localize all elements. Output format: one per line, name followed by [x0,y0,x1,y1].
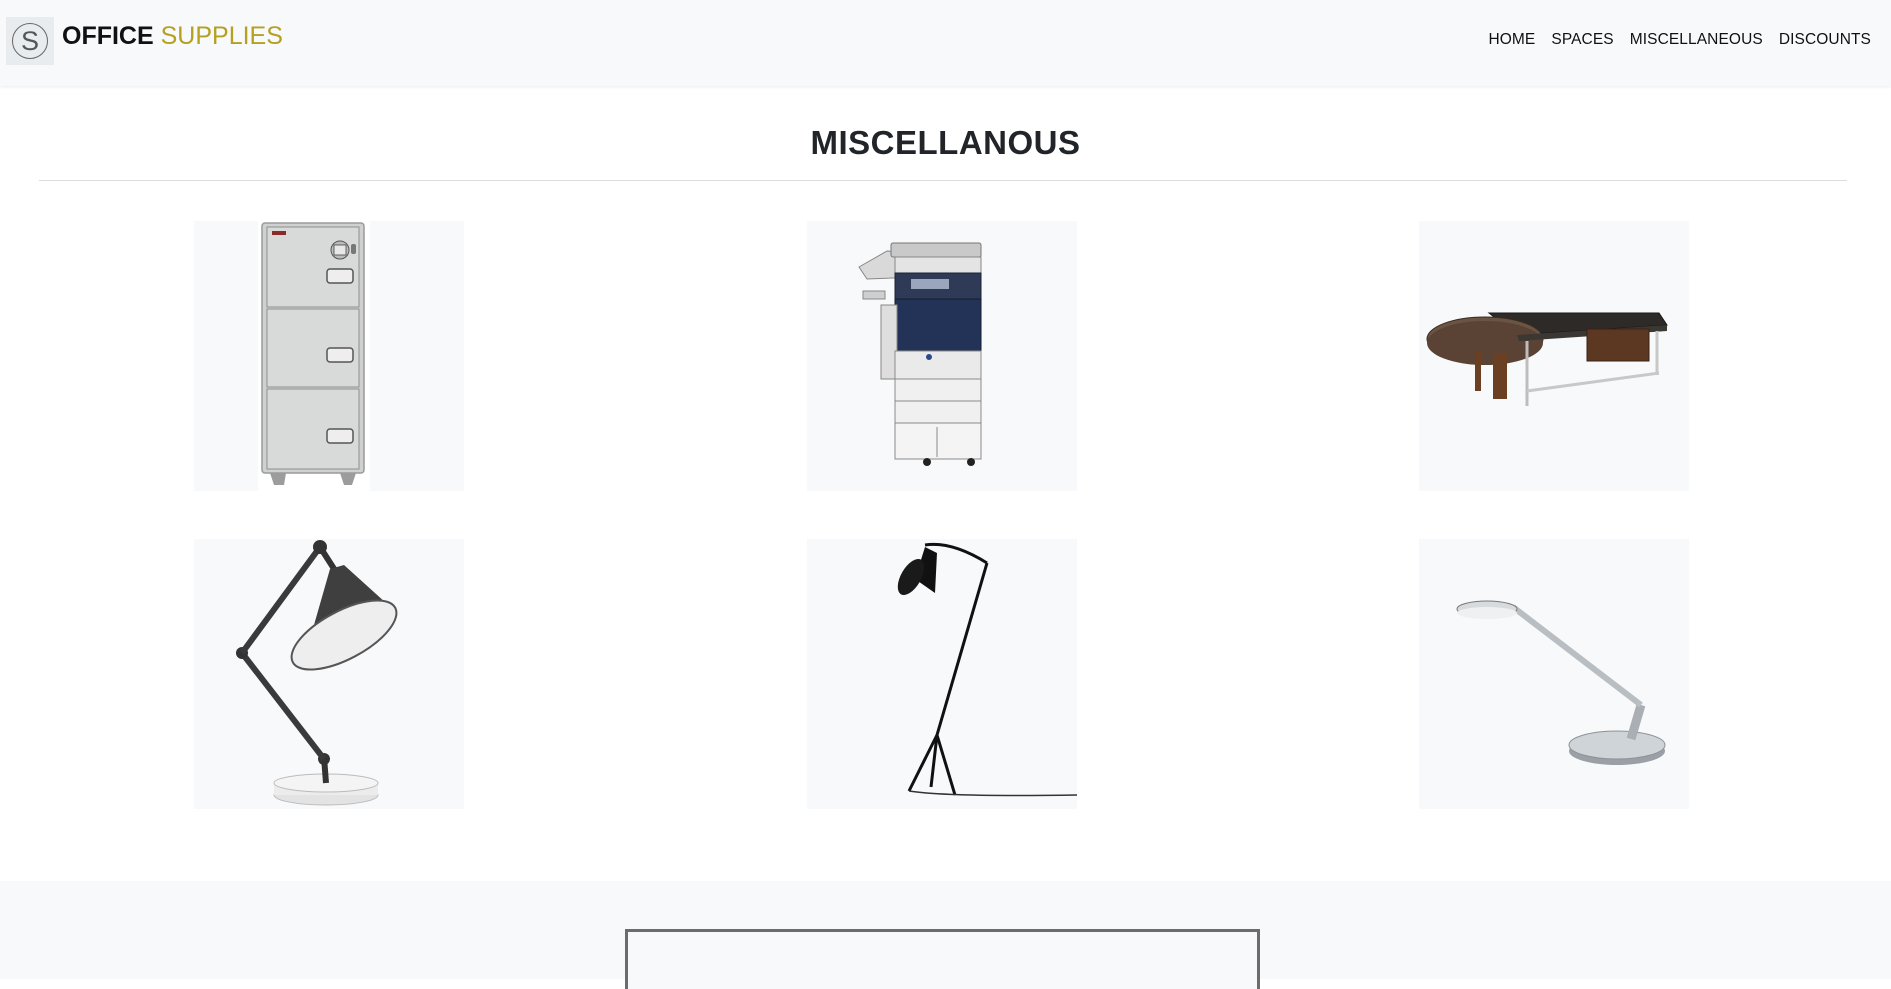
nav-link-miscellaneous[interactable]: MISCELLANEOUS [1630,31,1763,49]
footer-box [625,929,1260,989]
brand-name: OFFICE SUPPLIES [62,22,283,51]
brand-name-accent: SUPPLIES [160,21,283,50]
top-navbar: S OFFICE SUPPLIES HOME SPACES MISCELLANE… [0,0,1891,86]
page-title: MISCELLANOUS [810,124,1081,161]
page-footer [0,881,1891,989]
product-floor-lamp[interactable] [807,539,1077,809]
nav-link-home[interactable]: HOME [1488,31,1535,49]
nav-link-spaces[interactable]: SPACES [1551,31,1613,49]
product-executive-desk[interactable] [1419,221,1689,491]
brand-link[interactable]: S OFFICE SUPPLIES [6,17,283,65]
product-filing-cabinet[interactable] [194,221,464,491]
title-divider [39,180,1847,181]
nav-link-discounts[interactable]: DISCOUNTS [1779,31,1871,49]
nav-links: HOME SPACES MISCELLANEOUS DISCOUNTS [1488,31,1871,49]
product-photocopier[interactable] [807,221,1077,491]
brand-logo: S [6,17,54,65]
product-desk-lamp[interactable] [194,539,464,809]
brand-name-bold: OFFICE [62,21,154,50]
logo-letter: S [12,23,48,59]
product-led-desk-lamp[interactable] [1419,539,1689,809]
